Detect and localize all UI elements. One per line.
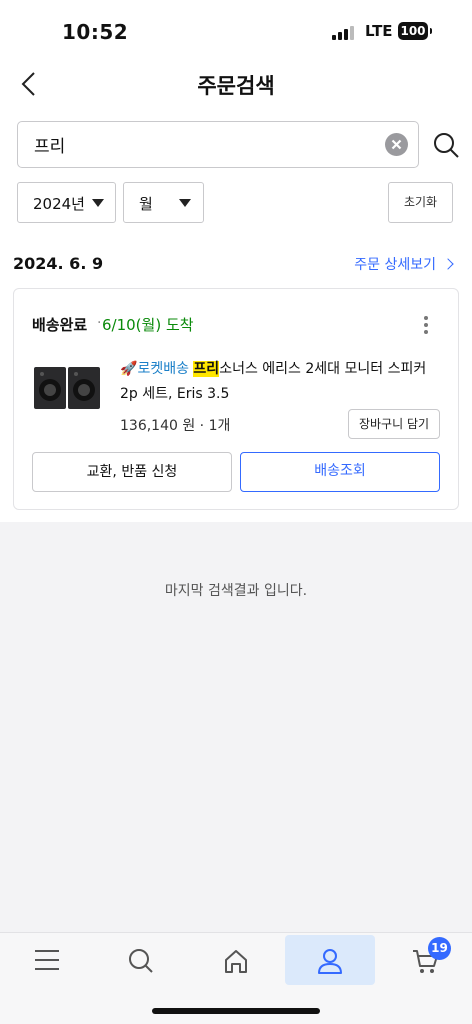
tab-menu[interactable]	[2, 935, 92, 985]
home-indicator	[152, 1008, 320, 1014]
search-button[interactable]	[432, 131, 460, 159]
content-area: 10:52 LTE 100 주문검색 2024년 월 초기화 2024. 6. …	[0, 0, 472, 522]
end-of-results-message: 마지막 검색결과 입니다.	[164, 583, 308, 599]
track-delivery-button[interactable]: 배송조회	[240, 452, 440, 492]
order-detail-label: 주문 상세보기	[354, 257, 436, 273]
order-card: 배송완료 · 6/10(월) 도착 🚀로켓배송 프리소너스 에리스 2세대 모니…	[13, 288, 459, 510]
page-title: 주문검색	[197, 74, 275, 98]
search-input[interactable]	[34, 130, 364, 158]
exchange-return-button[interactable]: 교환, 반품 신청	[32, 452, 232, 492]
menu-icon	[35, 950, 59, 970]
product-price: 136,140 원 · 1개	[120, 418, 231, 434]
signal-icon	[332, 24, 356, 40]
network-label: LTE	[365, 22, 393, 40]
tab-cart[interactable]	[380, 935, 470, 985]
reset-button[interactable]: 초기화	[388, 182, 453, 223]
more-options-icon[interactable]	[416, 313, 436, 335]
year-select[interactable]: 2024년	[17, 182, 116, 223]
caret-down-icon	[179, 199, 191, 207]
battery-icon: 100	[398, 22, 432, 40]
tab-my-coupang[interactable]	[285, 935, 375, 985]
home-icon	[225, 950, 247, 973]
status-separator: ·	[97, 315, 102, 331]
close-icon	[391, 139, 402, 150]
order-detail-link[interactable]: 주문 상세보기	[354, 254, 454, 274]
rocket-icon: 🚀	[120, 361, 138, 377]
arrival-date: 6/10(월) 도착	[102, 316, 194, 334]
status-time: 10:52	[62, 20, 129, 44]
tab-search[interactable]	[96, 935, 186, 985]
order-date: 2024. 6. 9	[13, 254, 104, 273]
caret-down-icon	[92, 199, 104, 207]
month-select-value: 월	[139, 195, 153, 213]
rocket-delivery-label: 로켓배송	[137, 361, 189, 377]
cart-count-badge: 19	[428, 937, 451, 960]
month-select[interactable]: 월	[123, 182, 204, 223]
add-to-cart-button[interactable]: 장바구니 담기	[348, 409, 440, 439]
search-icon	[129, 949, 153, 973]
search-highlight: 프리	[193, 361, 220, 377]
search-icon	[434, 133, 459, 158]
search-box[interactable]	[17, 121, 419, 168]
product-name[interactable]: 🚀로켓배송 프리소너스 에리스 2세대 모니터 스피커 2p 세트, Eris …	[120, 357, 440, 407]
chevron-right-icon	[442, 258, 454, 270]
shipping-status: 배송완료	[32, 316, 88, 334]
clear-search-button[interactable]	[385, 133, 408, 156]
product-thumbnail[interactable]	[32, 363, 102, 413]
year-select-value: 2024년	[33, 195, 85, 213]
user-icon	[318, 949, 342, 974]
tab-home[interactable]	[191, 935, 281, 985]
